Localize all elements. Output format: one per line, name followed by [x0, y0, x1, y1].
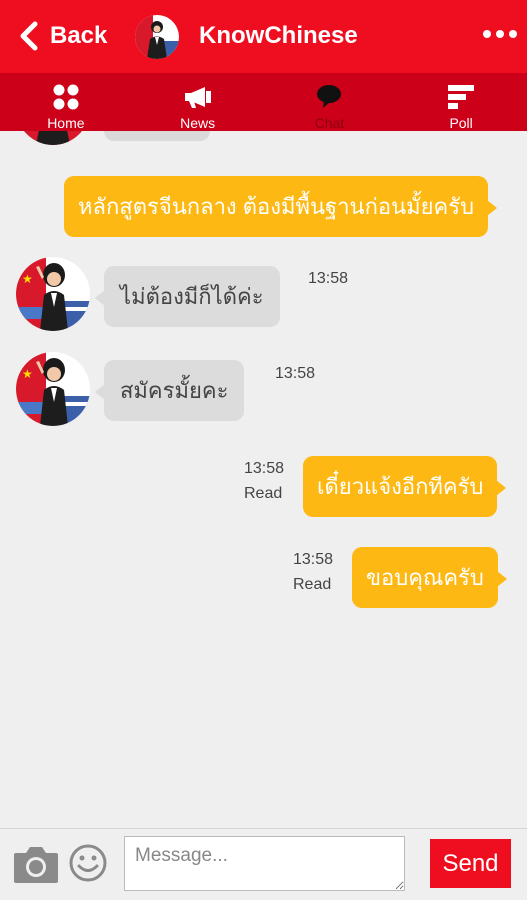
speech-bubble-icon [317, 85, 342, 108]
message-text: หลักสูตรจีนกลาง ต้องมีพื้นฐานก่อนมั้ยครั… [78, 193, 475, 219]
message-input[interactable] [124, 836, 405, 891]
tab-label: Home [47, 115, 85, 131]
camera-icon[interactable] [12, 843, 60, 885]
contact-avatar [16, 131, 90, 145]
tab-chat[interactable]: Chat [264, 73, 396, 131]
tab-bar: Home News Chat Poll [0, 73, 527, 131]
app-header: Back KnowChinese [0, 0, 527, 73]
message-time: 13:58 [275, 365, 316, 382]
message-meta: 13:58 Read [293, 547, 333, 597]
chat-thread[interactable]: หลักสูตรจีนกลาง ต้องมีพื้นฐานก่อนมั้ยครั… [0, 131, 527, 828]
message-composer: Send [0, 828, 527, 900]
message-meta: 13:58 [275, 361, 315, 386]
message-text: สมัครมั้ยคะ [120, 377, 229, 403]
tab-news[interactable]: News [132, 73, 264, 131]
contact-avatar[interactable] [135, 15, 179, 59]
poll-bars-icon [448, 85, 475, 109]
message-text: ไม่ต้องมีก็ได้ค่ะ [120, 283, 264, 309]
more-dots-icon [483, 30, 491, 38]
outgoing-message-bubble[interactable]: เดี๋ยวแจ้งอีกทีครับ [303, 456, 507, 517]
message-text: ขอบคุณครับ [366, 564, 484, 590]
message-meta: 13:58 [308, 266, 348, 291]
send-button[interactable]: Send [430, 839, 511, 888]
incoming-message-bubble[interactable]: ไม่ต้องมีก็ได้ค่ะ [95, 266, 280, 327]
chevron-left-icon [20, 21, 38, 51]
home-grid-icon [53, 84, 79, 110]
chat-title: KnowChinese [199, 22, 358, 49]
tab-label: Chat [314, 115, 345, 131]
more-menu-button[interactable] [483, 28, 517, 40]
previous-message-bubble [104, 131, 210, 141]
tab-label: News [180, 115, 216, 131]
message-time: 13:58 [244, 460, 285, 477]
message-time: 13:58 [293, 551, 334, 568]
megaphone-icon [184, 87, 211, 108]
svg-text:★: ★ [22, 367, 33, 381]
smiley-icon[interactable] [68, 843, 108, 883]
contact-avatar[interactable]: ★ [16, 352, 90, 426]
svg-text:★: ★ [22, 272, 33, 286]
outgoing-message-bubble[interactable]: หลักสูตรจีนกลาง ต้องมีพื้นฐานก่อนมั้ยครั… [64, 176, 498, 237]
tab-label: Poll [449, 115, 473, 131]
tab-poll[interactable]: Poll [395, 73, 527, 131]
message-time: 13:58 [308, 270, 349, 287]
tab-home[interactable]: Home [0, 73, 132, 131]
outgoing-message-bubble[interactable]: ขอบคุณครับ [352, 547, 507, 608]
contact-avatar[interactable]: ★ [16, 257, 90, 331]
message-text: เดี๋ยวแจ้งอีกทีครับ [317, 473, 484, 499]
message-meta: 13:58 Read [244, 456, 284, 506]
back-label: Back [50, 22, 108, 49]
read-receipt: Read [293, 576, 332, 593]
read-receipt: Read [244, 485, 283, 502]
back-button[interactable]: Back [18, 20, 107, 52]
incoming-message-bubble[interactable]: สมัครมั้ยคะ [95, 360, 245, 421]
